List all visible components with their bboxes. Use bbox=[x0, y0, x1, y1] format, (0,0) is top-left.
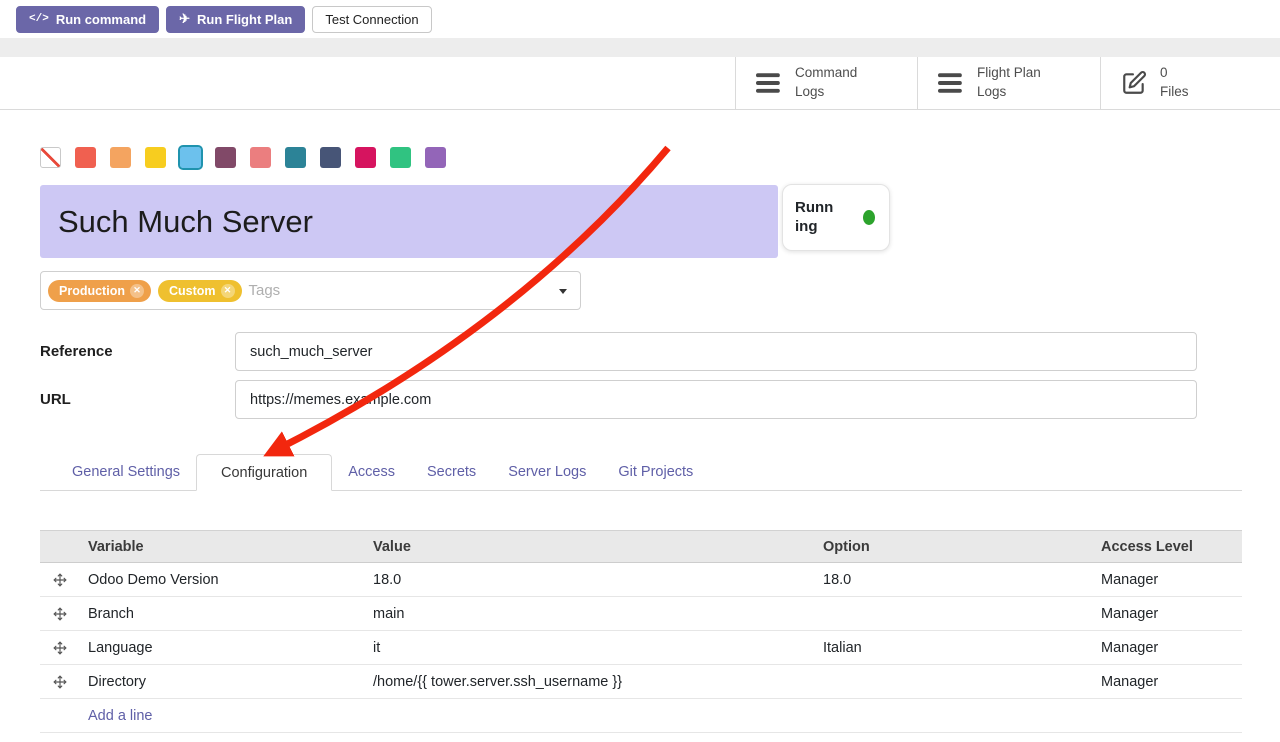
cell-variable: Language bbox=[80, 640, 365, 656]
cell-option: Italian bbox=[815, 640, 1093, 656]
files-count: 0 bbox=[1160, 64, 1189, 83]
dropdown-caret-icon[interactable] bbox=[559, 289, 567, 294]
add-a-line-link[interactable]: Add a line bbox=[88, 708, 153, 724]
menu-icon bbox=[756, 72, 782, 94]
drag-handle-icon[interactable] bbox=[53, 607, 67, 621]
tag-pill-production: Production ✕ bbox=[48, 280, 151, 302]
drag-handle-icon[interactable] bbox=[53, 675, 67, 689]
tag-label: Custom bbox=[169, 284, 216, 298]
table-row[interactable]: Branch main Manager bbox=[40, 597, 1242, 631]
stat-command-logs-label: Command Logs bbox=[795, 64, 877, 102]
cell-access-level: Manager bbox=[1093, 674, 1242, 690]
color-swatch-dark-purple[interactable] bbox=[215, 147, 236, 168]
table-row[interactable]: Directory /home/{{ tower.server.ssh_user… bbox=[40, 665, 1242, 699]
cell-variable: Branch bbox=[80, 606, 365, 622]
color-swatch-dark-blue[interactable] bbox=[320, 147, 341, 168]
reference-input[interactable] bbox=[235, 332, 1197, 371]
url-label: URL bbox=[40, 380, 71, 419]
stat-command-logs[interactable]: Command Logs bbox=[735, 57, 917, 109]
color-swatch-fushia[interactable] bbox=[355, 147, 376, 168]
cell-access-level: Manager bbox=[1093, 572, 1242, 588]
page: </> Run command ✈ Run Flight Plan Test C… bbox=[0, 0, 1280, 742]
table-row[interactable]: Odoo Demo Version 18.0 18.0 Manager bbox=[40, 563, 1242, 597]
table-row[interactable]: Language it Italian Manager bbox=[40, 631, 1242, 665]
drag-handle-icon[interactable] bbox=[53, 573, 67, 587]
tab-configuration[interactable]: Configuration bbox=[196, 454, 332, 491]
add-line-row: Add a line bbox=[40, 699, 1242, 733]
plane-icon: ✈ bbox=[179, 11, 190, 27]
cell-value: /home/{{ tower.server.ssh_username }} bbox=[365, 674, 815, 690]
color-swatch-purple[interactable] bbox=[425, 147, 446, 168]
color-swatch-yellow[interactable] bbox=[145, 147, 166, 168]
server-status[interactable]: Running bbox=[782, 184, 890, 251]
code-icon: </> bbox=[29, 13, 49, 25]
drag-handle-icon[interactable] bbox=[53, 641, 67, 655]
top-toolbar: </> Run command ✈ Run Flight Plan Test C… bbox=[0, 0, 1280, 38]
stat-flight-plan-logs[interactable]: Flight Plan Logs bbox=[917, 57, 1100, 109]
server-status-label: Running bbox=[795, 199, 837, 237]
run-command-label: Run command bbox=[56, 12, 146, 27]
stat-files-text: 0 Files bbox=[1160, 64, 1189, 102]
run-command-button[interactable]: </> Run command bbox=[16, 6, 159, 33]
stat-files[interactable]: 0 Files bbox=[1100, 57, 1280, 109]
url-input[interactable] bbox=[235, 380, 1197, 419]
column-header-option: Option bbox=[815, 539, 1093, 555]
color-swatch-medium-blue[interactable] bbox=[285, 147, 306, 168]
tab-access[interactable]: Access bbox=[332, 454, 411, 490]
reference-label: Reference bbox=[40, 332, 113, 371]
test-connection-button[interactable]: Test Connection bbox=[312, 6, 431, 33]
color-swatch-no-color[interactable] bbox=[40, 147, 61, 168]
column-header-access-level: Access Level bbox=[1093, 539, 1242, 555]
stat-flight-plan-logs-label: Flight Plan Logs bbox=[977, 64, 1059, 102]
header-row: Command Logs Flight Plan Logs 0 Files bbox=[0, 57, 1280, 110]
tab-server-logs[interactable]: Server Logs bbox=[492, 454, 602, 490]
files-label: Files bbox=[1160, 83, 1189, 102]
cell-access-level: Manager bbox=[1093, 640, 1242, 656]
run-flight-plan-button[interactable]: ✈ Run Flight Plan bbox=[166, 6, 305, 33]
cell-access-level: Manager bbox=[1093, 606, 1242, 622]
test-connection-label: Test Connection bbox=[325, 12, 418, 27]
stat-buttons: Command Logs Flight Plan Logs 0 Files bbox=[735, 57, 1280, 109]
color-swatch-red[interactable] bbox=[75, 147, 96, 168]
cell-option: 18.0 bbox=[815, 572, 1093, 588]
color-swatch-light-blue[interactable] bbox=[180, 147, 201, 168]
tab-bar: General Settings Configuration Access Se… bbox=[40, 454, 1242, 491]
tab-general-settings[interactable]: General Settings bbox=[56, 454, 196, 490]
run-flight-plan-label: Run Flight Plan bbox=[197, 12, 292, 27]
cell-value: it bbox=[365, 640, 815, 656]
cell-value: main bbox=[365, 606, 815, 622]
tab-secrets[interactable]: Secrets bbox=[411, 454, 492, 490]
color-swatch-orange[interactable] bbox=[110, 147, 131, 168]
cell-variable: Odoo Demo Version bbox=[80, 572, 365, 588]
table-header: Variable Value Option Access Level bbox=[40, 530, 1242, 563]
tags-select[interactable]: Production ✕ Custom ✕ Tags bbox=[40, 271, 581, 310]
tab-git-projects[interactable]: Git Projects bbox=[602, 454, 709, 490]
color-swatch-salmon[interactable] bbox=[250, 147, 271, 168]
variables-table: Variable Value Option Access Level Odoo … bbox=[40, 530, 1242, 733]
column-header-variable: Variable bbox=[80, 539, 365, 555]
column-header-value: Value bbox=[365, 539, 815, 555]
cell-variable: Directory bbox=[80, 674, 365, 690]
color-palette bbox=[40, 147, 446, 168]
tag-label: Production bbox=[59, 284, 125, 298]
page-background-strip bbox=[0, 38, 1280, 57]
tag-remove-icon[interactable]: ✕ bbox=[130, 284, 144, 298]
status-dot-icon bbox=[863, 210, 875, 225]
color-swatch-green[interactable] bbox=[390, 147, 411, 168]
tag-pill-custom: Custom ✕ bbox=[158, 280, 242, 302]
server-name-input[interactable] bbox=[40, 185, 778, 258]
menu-icon bbox=[938, 72, 964, 94]
tag-remove-icon[interactable]: ✕ bbox=[221, 284, 235, 298]
cell-value: 18.0 bbox=[365, 572, 815, 588]
edit-icon bbox=[1121, 70, 1147, 96]
tags-placeholder: Tags bbox=[249, 282, 281, 299]
